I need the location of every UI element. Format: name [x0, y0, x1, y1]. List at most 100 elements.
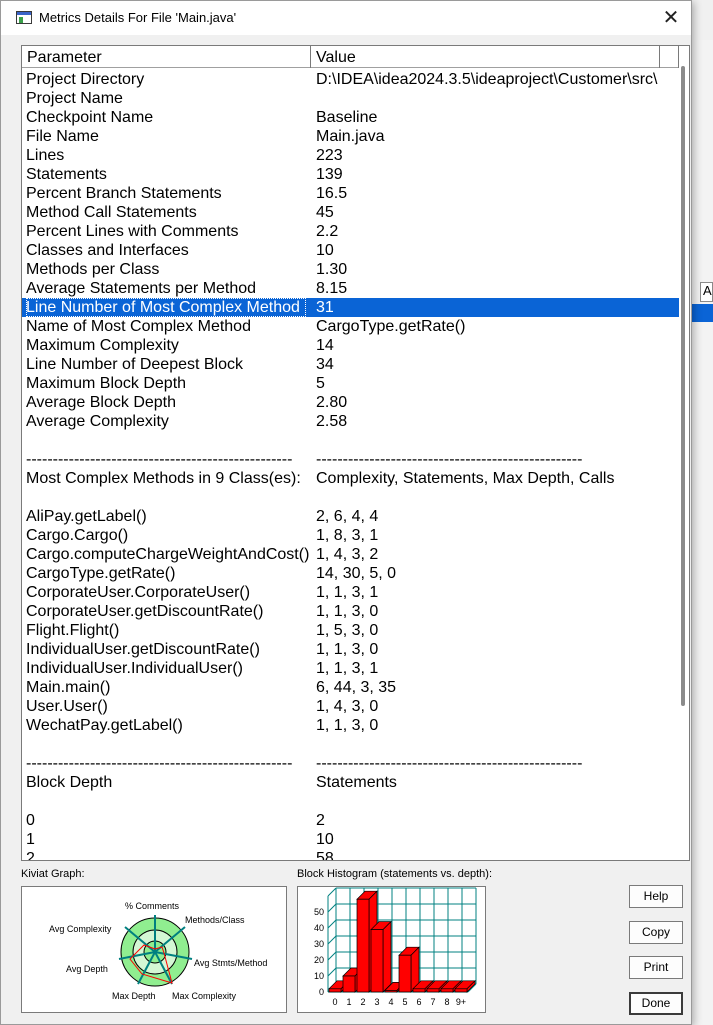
kiviat-graph: % Comments Methods/Class Avg Stmts/Metho…	[49, 901, 267, 1001]
row-value: 58	[316, 850, 334, 861]
done-button[interactable]: Done	[629, 992, 683, 1015]
metrics-list-view[interactable]: Parameter Value Project Directory D:\IDEA…	[21, 45, 690, 861]
list-row[interactable]: Cargo.Cargo() 1, 8, 3, 1	[22, 526, 679, 545]
vertical-scrollbar[interactable]	[679, 46, 689, 860]
list-row[interactable]: Block Depth Statements	[22, 773, 679, 792]
row-value: 45	[316, 204, 334, 221]
row-value: Complexity, Statements, Max Depth, Calls	[316, 470, 615, 487]
kiviat-graph-panel: % Comments Methods/Class Avg Stmts/Metho…	[21, 886, 287, 1013]
list-row[interactable]: Flight.Flight() 1, 5, 3, 0	[22, 621, 679, 640]
row-value: ----------------------------------------…	[316, 451, 583, 468]
close-button[interactable]: ✕	[653, 3, 689, 33]
list-row[interactable]: WechatPay.getLabel() 1, 1, 3, 0	[22, 716, 679, 735]
list-row[interactable]: CargoType.getRate() 14, 30, 5, 0	[22, 564, 679, 583]
row-parameter: Classes and Interfaces	[26, 242, 189, 259]
list-row[interactable]: 2 58	[22, 849, 679, 861]
list-row[interactable]: Average Complexity 2.58	[22, 412, 679, 431]
row-parameter: Maximum Complexity	[26, 337, 179, 354]
kiviat-graph-label: Kiviat Graph:	[21, 868, 85, 880]
list-row[interactable]: Project Directory D:\IDEA\idea2024.3.5\id…	[22, 70, 679, 89]
row-value: 1, 1, 3, 0	[316, 603, 379, 620]
list-row[interactable]: Project Name	[22, 89, 679, 108]
row-parameter: Flight.Flight()	[26, 622, 120, 639]
list-row[interactable]: 02	[22, 811, 679, 830]
list-row[interactable]: Classes and Interfaces 10	[22, 241, 679, 260]
list-row[interactable]	[22, 488, 679, 507]
histogram-bar	[412, 988, 426, 993]
help-button[interactable]: Help	[629, 885, 683, 908]
list-row[interactable]	[22, 735, 679, 754]
list-row[interactable]: IndividualUser.IndividualUser() 1, 1, 3, …	[22, 659, 679, 678]
list-row[interactable]: Main.main() 6, 44, 3, 35	[22, 678, 679, 697]
row-parameter: Average Complexity	[26, 413, 169, 430]
list-row[interactable]: Percent Lines with Comments 2.2	[22, 222, 679, 241]
metrics-details-dialog: Metrics Details For File 'Main.java' ✕ P…	[0, 0, 692, 1025]
row-parameter: Average Block Depth	[26, 394, 177, 411]
list-row[interactable]: Methods per Class 1.30	[22, 260, 679, 279]
histogram-bar	[440, 988, 454, 993]
list-row[interactable]: CorporateUser.CorporateUser() 1, 1, 3, 1	[22, 583, 679, 602]
row-value: 10	[316, 831, 334, 848]
row-parameter: Method Call Statements	[26, 204, 197, 221]
row-parameter: Project Name	[26, 90, 123, 107]
row-value: Main.java	[316, 128, 385, 145]
row-value: 14	[316, 337, 334, 354]
histogram-y-tick-label: 40	[314, 923, 324, 933]
row-value: ----------------------------------------…	[316, 755, 583, 772]
list-row[interactable]: Statements 139	[22, 165, 679, 184]
list-row[interactable]: IndividualUser.getDiscountRate() 1, 1, 3,…	[22, 640, 679, 659]
row-parameter: Cargo.computeChargeWeightAndCost()	[26, 546, 310, 563]
list-row[interactable]: Maximum Complexity 14	[22, 336, 679, 355]
list-row[interactable]: Line Number of Most Complex Method 31	[22, 298, 679, 317]
histogram-bar-side	[382, 920, 392, 993]
histogram-x-tick-label: 0	[332, 997, 337, 1007]
list-row[interactable]	[22, 792, 679, 811]
row-parameter: Percent Branch Statements	[26, 185, 222, 202]
list-row[interactable]: Cargo.computeChargeWeightAndCost() 1, 4, …	[22, 545, 679, 564]
list-body: Project Directory D:\IDEA\idea2024.3.5\id…	[22, 70, 679, 861]
list-row[interactable]: Checkpoint Name Baseline	[22, 108, 679, 127]
list-row[interactable]: Line Number of Deepest Block 34	[22, 355, 679, 374]
list-row[interactable]: CorporateUser.getDiscountRate() 1, 1, 3, …	[22, 602, 679, 621]
histogram-x-tick-label: 8	[444, 997, 449, 1007]
histogram-x-tick-label: 6	[416, 997, 421, 1007]
row-parameter: Line Number of Most Complex Method	[26, 298, 306, 317]
block-histogram-chart: 010203040500 1 2 3 4 5 6 7 8 9+	[314, 887, 477, 1007]
row-parameter: Average Statements per Method	[26, 280, 257, 297]
block-histogram-label: Block Histogram (statements vs. depth):	[297, 868, 493, 880]
print-button[interactable]: Print	[629, 956, 683, 979]
list-row[interactable]: Maximum Block Depth 5	[22, 374, 679, 393]
histogram-gridline	[327, 951, 337, 961]
scrollbar-thumb[interactable]	[681, 66, 685, 706]
histogram-x-tick-label: 5	[402, 997, 407, 1007]
list-row[interactable]: 1 10	[22, 830, 679, 849]
row-value: 1, 1, 3, 1	[316, 660, 379, 677]
list-row[interactable]: Method Call Statements 45	[22, 203, 679, 222]
copy-button[interactable]: Copy	[629, 921, 683, 944]
block-histogram-panel: 0 10 20 30 40 50 0 1 2 3 4 5 6 7 8 9+	[297, 886, 486, 1013]
list-row[interactable]: Average Block Depth 2.80	[22, 393, 679, 412]
list-row[interactable]: User.User() 1, 4, 3, 0	[22, 697, 679, 716]
list-row[interactable]: Name of Most Complex Method CargoType.get…	[22, 317, 679, 336]
list-row[interactable]: Percent Branch Statements 16.5	[22, 184, 679, 203]
list-row[interactable]: File Name Main.java	[22, 127, 679, 146]
row-value: Baseline	[316, 109, 378, 126]
list-row[interactable]: Average Statements per Method 8.15	[22, 279, 679, 298]
list-row[interactable]: AliPay.getLabel() 2, 6, 4, 4	[22, 507, 679, 526]
column-header-parameter[interactable]: Parameter	[22, 46, 311, 68]
column-header-value[interactable]: Value	[311, 46, 660, 68]
list-row[interactable]: ----------------------------------------…	[22, 450, 679, 469]
list-row[interactable]: ----------------------------------------…	[22, 754, 679, 773]
row-parameter: File Name	[26, 128, 99, 145]
background-field-right: A	[700, 282, 713, 302]
list-row[interactable]: Lines 223	[22, 146, 679, 165]
kiviat-axis-label-avg-stmts: Avg Stmts/Method	[194, 958, 267, 968]
kiviat-axis-label-max-depth: Max Depth	[112, 991, 156, 1001]
row-value: 2.2	[316, 223, 339, 240]
row-parameter: 1	[26, 831, 35, 848]
row-parameter: IndividualUser.getDiscountRate()	[26, 641, 260, 658]
row-parameter: Line Number of Deepest Block	[26, 356, 243, 373]
list-row[interactable]: Most Complex Methods in 9 Class(es): Comp…	[22, 469, 679, 488]
list-row[interactable]	[22, 431, 679, 450]
row-parameter: AliPay.getLabel()	[26, 508, 147, 525]
